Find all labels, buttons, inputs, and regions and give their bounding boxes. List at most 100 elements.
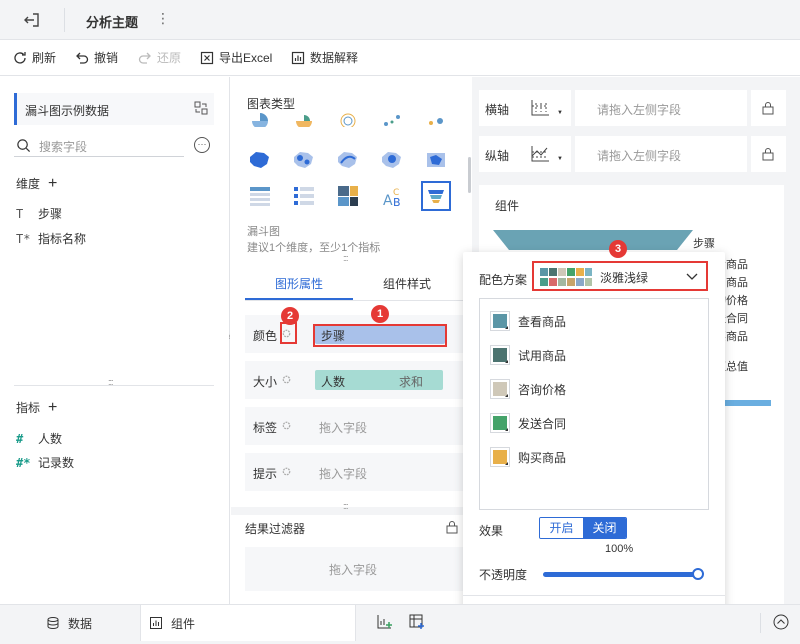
- more-options-icon[interactable]: ···: [194, 137, 210, 153]
- flow-map-icon[interactable]: [333, 145, 363, 175]
- gear-icon[interactable]: [281, 420, 292, 431]
- switch-dataset-icon[interactable]: [194, 101, 208, 115]
- dimension-item[interactable]: T 步骤: [16, 205, 62, 222]
- tab-component-style[interactable]: 组件样式: [383, 275, 431, 292]
- add-measure-icon[interactable]: +: [48, 399, 57, 415]
- effect-on-button[interactable]: 开启: [540, 518, 583, 538]
- rose-chart-icon[interactable]: [289, 113, 319, 127]
- area-map-icon[interactable]: [421, 145, 451, 175]
- redo-button[interactable]: 还原: [137, 49, 181, 66]
- collapse-up-icon[interactable]: [772, 613, 790, 631]
- funnel-bottom-segment[interactable]: [723, 400, 771, 406]
- pie-chart-icon[interactable]: [245, 113, 275, 127]
- caret-down-icon[interactable]: ▼: [557, 156, 563, 162]
- text-field-icon: T: [16, 206, 24, 221]
- filter-drop-zone[interactable]: 拖入字段: [245, 547, 465, 591]
- explain-label: 数据解释: [310, 51, 359, 65]
- lock-icon[interactable]: [761, 147, 775, 161]
- point-map-icon[interactable]: [289, 145, 319, 175]
- funnel-top-segment[interactable]: [493, 230, 693, 250]
- lock-icon[interactable]: [445, 520, 459, 534]
- gear-icon[interactable]: [281, 374, 292, 385]
- resize-handle[interactable]: :::: [343, 501, 348, 511]
- color-item[interactable]: 查看商品: [490, 311, 566, 331]
- search-icon: [17, 139, 31, 153]
- size-property-row: 大小 人数 求和: [245, 361, 465, 399]
- bubble-chart-icon[interactable]: [421, 113, 451, 127]
- tab-data[interactable]: 数据: [46, 605, 92, 641]
- dataset-name: 漏斗图示例数据: [25, 104, 110, 118]
- detail-table-icon[interactable]: [289, 181, 319, 211]
- step-badge-1: 1: [371, 305, 389, 323]
- opacity-slider[interactable]: [543, 572, 699, 577]
- number-field-icon: #: [16, 431, 24, 446]
- dimension-item[interactable]: T* 指标名称: [16, 230, 86, 247]
- aggregation-label[interactable]: 求和: [399, 373, 423, 390]
- tooltip-label: 提示: [253, 467, 278, 481]
- x-axis-icon[interactable]: [529, 98, 551, 118]
- scrollbar[interactable]: [468, 157, 471, 193]
- lock-icon[interactable]: [761, 101, 775, 115]
- refresh-button[interactable]: 刷新: [12, 49, 56, 66]
- undo-button[interactable]: 撤销: [74, 49, 118, 66]
- resize-handle[interactable]: :::: [343, 253, 348, 263]
- color-item[interactable]: 发送合同: [490, 413, 566, 433]
- color-swatch[interactable]: [490, 413, 510, 433]
- gear-icon[interactable]: [281, 466, 292, 477]
- drop-placeholder: 拖入字段: [319, 467, 368, 481]
- excel-icon: [200, 51, 214, 64]
- resize-handle[interactable]: :::: [108, 377, 113, 387]
- exit-icon[interactable]: [22, 10, 42, 30]
- funnel-chart-icon[interactable]: [421, 181, 451, 211]
- color-item[interactable]: 咨询价格: [490, 379, 566, 399]
- color-swatch[interactable]: [490, 311, 510, 331]
- effect-off-button[interactable]: 关闭: [583, 518, 626, 538]
- active-tab-indicator: [245, 298, 353, 300]
- effect-label: 效果: [479, 524, 504, 538]
- tab-shape-properties[interactable]: 图形属性: [275, 275, 323, 292]
- tab-component[interactable]: 组件: [140, 605, 356, 641]
- chart-type-name: 漏斗图: [247, 226, 280, 238]
- word-cloud-icon[interactable]: A CB: [377, 181, 407, 211]
- add-chart-icon[interactable]: [376, 613, 394, 631]
- measure-item[interactable]: #* 记录数: [16, 454, 74, 471]
- size-field-chip[interactable]: 人数 求和: [315, 370, 443, 390]
- color-item-label: 查看商品: [518, 314, 567, 329]
- x-axis-placeholder[interactable]: 请拖入左侧字段: [597, 101, 681, 118]
- radar-chart-icon[interactable]: [333, 113, 363, 127]
- color-swatch[interactable]: [490, 345, 510, 365]
- step-badge-2: 2: [281, 307, 299, 325]
- measure-item[interactable]: # 人数: [16, 430, 62, 447]
- color-item[interactable]: 试用商品: [490, 345, 566, 365]
- kpi-card-icon[interactable]: [333, 181, 363, 211]
- scatter-chart-icon[interactable]: [377, 113, 407, 127]
- export-excel-button[interactable]: 导出Excel: [199, 49, 272, 66]
- redo-label: 还原: [157, 51, 182, 65]
- color-scheme-name: 淡雅浅绿: [600, 271, 649, 285]
- label-property-row[interactable]: 标签 拖入字段: [245, 407, 465, 445]
- svg-text:A: A: [383, 193, 393, 209]
- tooltip-property-row[interactable]: 提示 拖入字段: [245, 453, 465, 491]
- y-axis-icon[interactable]: [529, 144, 551, 164]
- heat-map-icon[interactable]: [377, 145, 407, 175]
- config-tabs: 图形属性 组件样式: [245, 265, 465, 301]
- more-menu-icon[interactable]: ⋮: [156, 10, 170, 27]
- dataset-selector[interactable]: 漏斗图示例数据: [14, 93, 214, 125]
- color-item[interactable]: 购买商品: [490, 447, 566, 467]
- add-dimension-icon[interactable]: +: [48, 175, 57, 191]
- opacity-slider-handle[interactable]: [692, 568, 704, 580]
- page-title: 分析主题: [86, 15, 139, 30]
- chart-type-hint: 建议1个维度，至少1个指标: [247, 242, 381, 254]
- region-map-icon[interactable]: [245, 145, 275, 175]
- add-table-icon[interactable]: [408, 613, 426, 631]
- table-chart-icon[interactable]: [245, 181, 275, 211]
- color-swatch[interactable]: [490, 447, 510, 467]
- data-explain-button[interactable]: 数据解释: [290, 49, 358, 66]
- y-axis-placeholder[interactable]: 请拖入左侧字段: [597, 147, 681, 164]
- search-field[interactable]: 搜索字段: [14, 135, 184, 157]
- y-axis-row: 纵轴 ▼ 请拖入左侧字段: [479, 136, 786, 172]
- color-swatch[interactable]: [490, 379, 510, 399]
- caret-down-icon[interactable]: ▼: [557, 110, 563, 116]
- color-scheme-dropdown[interactable]: 淡雅浅绿: [532, 261, 708, 291]
- y-axis-label: 纵轴: [485, 149, 510, 163]
